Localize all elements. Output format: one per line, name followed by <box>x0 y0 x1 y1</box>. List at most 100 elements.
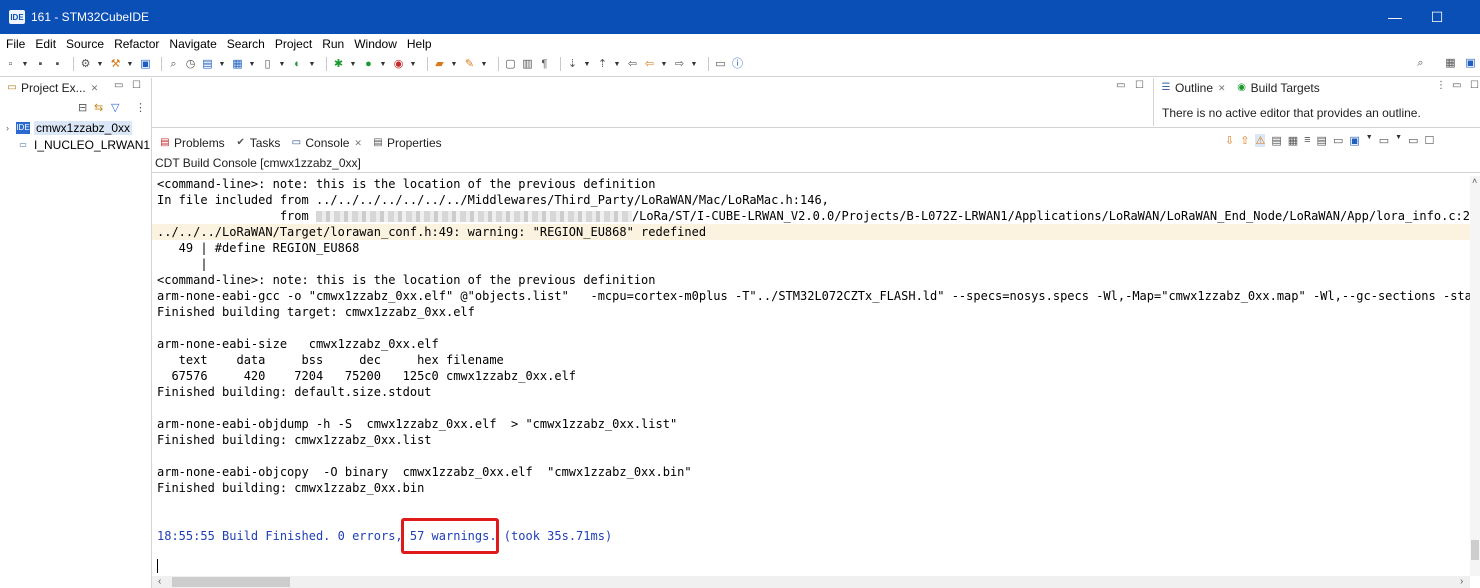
vertical-scroll-thumb[interactable] <box>1471 540 1479 560</box>
menu-run[interactable]: Run <box>316 37 348 51</box>
open-folder-icon[interactable]: ▰ <box>433 58 446 71</box>
run-icon[interactable]: ● <box>362 58 375 71</box>
horizontal-scroll-thumb[interactable] <box>172 577 290 587</box>
editor-minimize-icon[interactable]: ▭ <box>1116 80 1125 91</box>
device-config-icon[interactable]: ▣ <box>139 58 152 71</box>
chevron-down-icon[interactable]: ▼ <box>690 58 698 71</box>
prev-annotation-icon[interactable]: ⇡ <box>596 58 609 71</box>
new-class-icon[interactable]: ◐ <box>291 58 304 71</box>
scroll-right-icon[interactable]: › <box>1460 576 1463 587</box>
chevron-down-icon[interactable]: ▼ <box>126 58 134 71</box>
view-menu-icon[interactable]: ⋮ <box>135 101 146 114</box>
pencil-icon[interactable]: ✎ <box>463 58 476 71</box>
pin-editor-icon[interactable]: ▭ <box>714 58 727 71</box>
last-edit-icon[interactable]: ⇦ <box>626 58 639 71</box>
external-tools-icon[interactable]: ◉ <box>392 58 405 71</box>
chevron-down-icon[interactable]: ▼ <box>450 58 458 71</box>
menu-project[interactable]: Project <box>269 37 316 51</box>
new-icon[interactable]: ▫ <box>4 58 17 71</box>
chevron-down-icon[interactable]: ▼ <box>248 58 256 71</box>
chevron-down-icon[interactable]: ▼ <box>613 58 621 71</box>
chevron-down-icon[interactable]: ▼ <box>96 58 104 71</box>
tab-properties[interactable]: ▤ Properties <box>368 133 448 153</box>
collapse-all-icon[interactable]: ⊟ <box>78 101 87 114</box>
chevron-down-icon[interactable]: ▼ <box>660 58 668 71</box>
menu-source[interactable]: Source <box>60 37 108 51</box>
scroll-up-icon[interactable]: ˄ <box>1472 176 1477 186</box>
console-vertical-scrollbar[interactable] <box>1470 176 1480 576</box>
close-icon[interactable]: ✕ <box>354 138 362 149</box>
search-icon[interactable]: ⌕ <box>1414 57 1427 70</box>
prev-error-icon[interactable]: ⇧ <box>1240 134 1249 147</box>
chevron-down-icon[interactable]: ▼ <box>480 58 488 71</box>
block-select-icon[interactable]: ▥ <box>521 58 534 71</box>
chevron-down-icon[interactable]: ▼ <box>349 58 357 71</box>
show-error-icon[interactable]: ⚠ <box>1255 134 1266 147</box>
menu-file[interactable]: File <box>0 37 29 51</box>
close-icon[interactable]: ✕ <box>91 83 99 94</box>
display-console-icon[interactable]: ▣ <box>1349 134 1359 147</box>
minimize-button[interactable]: — <box>1372 0 1418 34</box>
word-wrap-icon[interactable]: ▤ <box>1317 134 1327 147</box>
tab-tasks[interactable]: ✔ Tasks <box>231 133 287 153</box>
maximize-view-icon[interactable]: ☐ <box>1424 134 1434 147</box>
scroll-left-icon[interactable]: ‹ <box>158 576 161 587</box>
menu-navigate[interactable]: Navigate <box>163 37 220 51</box>
clear-console-icon[interactable]: ▦ <box>1288 134 1298 147</box>
cube-perspective-icon[interactable]: ▣ <box>1464 57 1477 70</box>
build-config-icon[interactable]: ⚙ <box>79 58 92 71</box>
console-horizontal-scrollbar[interactable] <box>152 576 1470 588</box>
next-error-icon[interactable]: ⇩ <box>1225 134 1234 147</box>
menu-help[interactable]: Help <box>401 37 436 51</box>
tab-outline[interactable]: ☰ Outline ✕ <box>1156 78 1232 98</box>
search-tool-icon[interactable]: ⌕ <box>167 58 180 71</box>
save-all-icon[interactable]: ▪ <box>51 58 64 71</box>
sash-left[interactable] <box>151 78 152 588</box>
chevron-down-icon[interactable]: ▼ <box>278 58 286 71</box>
back-icon[interactable]: ⇦ <box>643 58 656 71</box>
chevron-down-icon[interactable]: ▼ <box>308 58 316 71</box>
chevron-down-icon[interactable]: ▼ <box>379 58 387 71</box>
chevron-right-icon[interactable]: › <box>6 123 16 133</box>
sash-right[interactable] <box>1153 78 1154 126</box>
editor-maximize-icon[interactable]: ☐ <box>1135 80 1144 91</box>
chevron-down-icon[interactable]: ▼ <box>1395 134 1402 147</box>
maximize-button[interactable]: ☐ <box>1414 0 1460 34</box>
chevron-down-icon[interactable]: ▼ <box>218 58 226 71</box>
view-menu-icon[interactable]: ⋮ <box>1436 80 1446 91</box>
clock-icon[interactable]: ◷ <box>184 58 197 71</box>
pin-console-icon[interactable]: ▭ <box>1333 134 1343 147</box>
copy-build-log-icon[interactable]: ▤ <box>1271 134 1281 147</box>
tab-build-targets[interactable]: ◉ Build Targets <box>1232 78 1326 98</box>
pilcrow-icon[interactable]: ¶ <box>538 58 551 71</box>
tab-console[interactable]: ▭ Console ✕ <box>286 133 368 153</box>
menu-refactor[interactable]: Refactor <box>108 37 163 51</box>
tree-item-nucleo[interactable]: ▭ I_NUCLEO_LRWAN1 <box>6 137 150 153</box>
close-icon[interactable]: ✕ <box>1218 83 1226 94</box>
minimize-view-icon[interactable]: ▭ <box>1408 134 1418 147</box>
save-icon[interactable]: ▪ <box>34 58 47 71</box>
scroll-lock-icon[interactable]: ≡ <box>1304 134 1310 147</box>
tab-project-explorer[interactable]: ▭ Project Ex... ✕ <box>2 78 105 98</box>
menu-search[interactable]: Search <box>221 37 269 51</box>
menu-window[interactable]: Window <box>348 37 401 51</box>
minimize-view-icon[interactable]: ▭ <box>1452 80 1461 91</box>
menu-edit[interactable]: Edit <box>29 37 60 51</box>
filter-icon[interactable]: ▽ <box>111 101 119 114</box>
open-console-icon[interactable]: ▭ <box>1379 134 1389 147</box>
forward-icon[interactable]: ⇨ <box>673 58 686 71</box>
perspective-icon[interactable]: ▦ <box>1444 57 1457 70</box>
chevron-down-icon[interactable]: ▼ <box>1366 134 1373 147</box>
new-file-icon[interactable]: ▯ <box>261 58 274 71</box>
link-editor-icon[interactable]: ⇆ <box>94 101 103 114</box>
tree-item-cmwx1zzabz[interactable]: › IDE cmwx1zzabz_0xx <box>6 120 133 136</box>
maximize-view-icon[interactable]: ☐ <box>1470 80 1479 91</box>
build-hammer-icon[interactable]: ⚒ <box>109 58 122 71</box>
info-icon[interactable]: ⓘ <box>731 58 744 71</box>
minimize-view-icon[interactable]: ▭ <box>114 80 123 91</box>
tab-problems[interactable]: ▤ Problems <box>155 133 231 153</box>
next-annotation-icon[interactable]: ⇣ <box>566 58 579 71</box>
chevron-down-icon[interactable]: ▼ <box>409 58 417 71</box>
new-project-icon[interactable]: ▤ <box>201 58 214 71</box>
chevron-down-icon[interactable]: ▼ <box>21 58 29 71</box>
